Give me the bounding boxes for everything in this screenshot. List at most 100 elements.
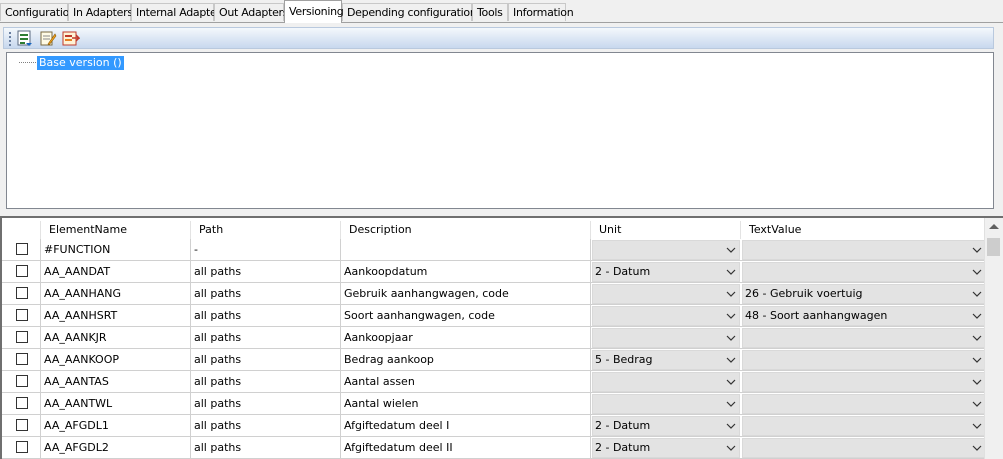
table-row[interactable]: AA_AANDAT all paths Aankoopdatum 2 - Datum [2,261,986,283]
column-header-description[interactable]: Description [341,221,591,239]
element-name-cell[interactable]: AA_AANDAT [41,261,191,282]
description-cell[interactable]: Soort aanhangwagen, code [341,305,591,326]
tab-configuration[interactable]: Configuration [0,3,76,21]
description-cell[interactable]: Aankoopjaar [341,327,591,348]
row-checkbox[interactable] [16,419,28,431]
chevron-down-icon [726,445,736,451]
row-select-cell [2,437,41,458]
row-checkbox[interactable] [16,397,28,409]
element-name-cell[interactable]: AA_AFGDL2 [41,437,191,458]
unit-value: 2 - Datum [595,419,651,432]
table-row[interactable]: #FUNCTION - [2,239,986,261]
toolbar-grip[interactable] [9,32,11,46]
row-checkbox[interactable] [16,243,28,255]
description-cell[interactable]: Afgiftedatum deel I [341,415,591,436]
textvalue-dropdown[interactable] [742,394,986,414]
path-cell[interactable]: all paths [191,305,341,326]
element-name-cell[interactable]: AA_AFGDL1 [41,415,191,436]
description-cell[interactable]: Aankoopdatum [341,261,591,282]
row-checkbox[interactable] [16,375,28,387]
textvalue-dropdown[interactable] [742,416,986,436]
tab-information[interactable]: Information [508,3,574,21]
path-cell[interactable]: all paths [191,437,341,458]
row-checkbox[interactable] [16,331,28,343]
path-cell[interactable]: all paths [191,415,341,436]
row-select-cell [2,239,41,260]
scroll-up-icon[interactable] [989,224,999,229]
table-row[interactable]: AA_AANHSRT all paths Soort aanhangwagen, c… [2,305,986,327]
textvalue-dropdown[interactable] [742,372,986,392]
path-cell[interactable]: all paths [191,261,341,282]
import-version-icon [62,31,80,46]
column-header-textvalue[interactable]: TextValue [741,221,986,239]
column-header-unit[interactable]: Unit [591,221,741,239]
tab-versioning[interactable]: Versioning [284,0,344,23]
chevron-down-icon [972,401,982,407]
description-cell[interactable]: Aantal wielen [341,393,591,414]
textvalue-dropdown[interactable] [742,438,986,458]
element-name-cell[interactable]: AA_AANKOOP [41,349,191,370]
row-checkbox[interactable] [16,441,28,453]
path-cell[interactable]: - [191,239,341,260]
unit-dropdown[interactable] [592,240,740,260]
description-cell[interactable]: Bedrag aankoop [341,349,591,370]
row-checkbox[interactable] [16,287,28,299]
column-header-elementname[interactable]: ElementName [41,221,191,239]
description-cell[interactable] [341,239,591,260]
description-cell[interactable]: Afgiftedatum deel II [341,437,591,458]
element-name-cell[interactable]: AA_AANKJR [41,327,191,348]
tab-in-adapters[interactable]: In Adapters [68,3,133,21]
tab-depending-configurations[interactable]: Depending configurations [342,3,482,21]
textvalue-dropdown[interactable] [742,350,986,370]
unit-dropdown[interactable] [592,394,740,414]
table-row[interactable]: AA_AANKOOP all paths Bedrag aankoop 5 - Bed… [2,349,986,371]
table-row[interactable]: AA_AFGDL2 all paths Afgiftedatum deel II 2 … [2,437,986,459]
table-row[interactable]: AA_AANTWL all paths Aantal wielen [2,393,986,415]
description-cell[interactable]: Aantal assen [341,371,591,392]
textvalue-dropdown[interactable] [742,240,986,260]
description-cell[interactable]: Gebruik aanhangwagen, code [341,283,591,304]
tab-internal-adapter[interactable]: Internal Adapter [131,3,221,21]
edit-document-button[interactable] [39,30,57,47]
path-cell[interactable]: all paths [191,349,341,370]
textvalue-dropdown[interactable] [742,328,986,348]
column-header-path[interactable]: Path [191,221,341,239]
table-row[interactable]: AA_AANTAS all paths Aantal assen [2,371,986,393]
path-cell[interactable]: all paths [191,393,341,414]
unit-dropdown[interactable]: 2 - Datum [592,438,740,458]
unit-dropdown[interactable]: 5 - Bedrag [592,350,740,370]
tab-out-adapters[interactable]: Out Adapters [214,3,289,21]
element-name-cell[interactable]: AA_AANHSRT [41,305,191,326]
path-cell[interactable]: all paths [191,327,341,348]
textvalue-dropdown[interactable] [742,262,986,282]
element-name-cell[interactable]: AA_AANHANG [41,283,191,304]
table-row[interactable]: AA_AANKJR all paths Aankoopjaar [2,327,986,349]
unit-dropdown[interactable] [592,372,740,392]
export-data-button[interactable] [16,30,34,47]
unit-dropdown[interactable] [592,328,740,348]
unit-dropdown[interactable]: 2 - Datum [592,416,740,436]
path-cell[interactable]: all paths [191,283,341,304]
row-checkbox[interactable] [16,309,28,321]
import-version-button[interactable] [62,30,80,47]
unit-dropdown[interactable] [592,306,740,326]
version-tree[interactable]: Base version () [6,52,994,209]
tab-tools[interactable]: Tools [472,3,508,21]
table-row[interactable]: AA_AFGDL1 all paths Afgiftedatum deel I 2 -… [2,415,986,437]
row-checkbox[interactable] [16,265,28,277]
element-name-cell[interactable]: AA_AANTWL [41,393,191,414]
column-header-select[interactable] [2,221,41,239]
element-name-cell[interactable]: AA_AANTAS [41,371,191,392]
textvalue-dropdown[interactable]: 48 - Soort aanhangwagen [742,306,986,326]
unit-value: 2 - Datum [595,441,651,454]
path-cell[interactable]: all paths [191,371,341,392]
tree-node-base-version[interactable]: Base version () [37,56,124,70]
unit-dropdown[interactable] [592,284,740,304]
table-row[interactable]: AA_AANHANG all paths Gebruik aanhangwagen,… [2,283,986,305]
textvalue-dropdown[interactable]: 26 - Gebruik voertuig [742,284,986,304]
unit-dropdown[interactable]: 2 - Datum [592,262,740,282]
vertical-scrollbar[interactable] [984,218,1003,459]
scroll-thumb[interactable] [987,238,1000,256]
row-checkbox[interactable] [16,353,28,365]
element-name-cell[interactable]: #FUNCTION [41,239,191,260]
